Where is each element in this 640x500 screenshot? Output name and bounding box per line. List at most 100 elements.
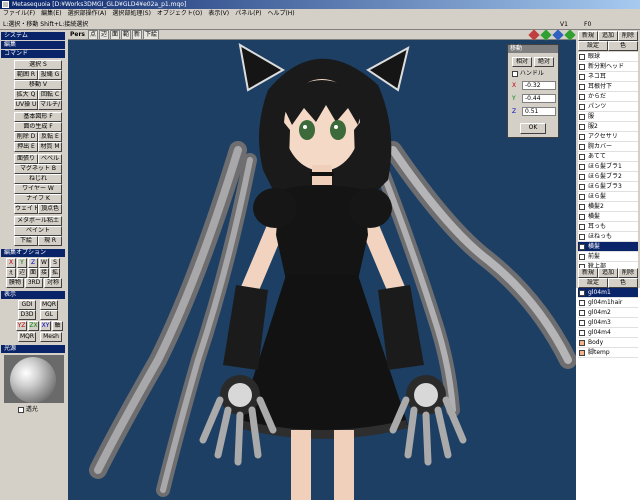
material-item[interactable]: からだ [578, 92, 638, 102]
cmd-uv[interactable]: UV操 U [14, 100, 38, 110]
view-zx[interactable]: ZX [28, 321, 39, 331]
light-header[interactable]: 光源 [1, 345, 65, 353]
view-mode-pers[interactable]: Pers [70, 30, 85, 40]
system-header[interactable]: システム [1, 32, 65, 40]
vt-face[interactable]: 面 [110, 30, 120, 40]
cmd-twist[interactable]: ねじれ [14, 174, 62, 184]
cmd-magnet[interactable]: マグネット B [14, 164, 62, 174]
dialog-title[interactable]: 移動 [508, 45, 558, 53]
object-settings-button[interactable]: 設定 [578, 278, 608, 288]
material-item[interactable]: ほねっも [578, 232, 638, 242]
material-item[interactable]: 腕カバー [578, 142, 638, 152]
3d-viewport[interactable] [68, 30, 576, 500]
vt-underlay[interactable]: 下絵 [143, 30, 159, 40]
material-item[interactable]: 耳っも [578, 222, 638, 232]
ok-button[interactable]: OK [520, 123, 546, 134]
edit-option-header[interactable]: 編集オプション [1, 249, 65, 257]
object-item-selected[interactable]: gl04m1 [578, 288, 638, 298]
object-item[interactable]: 脚temp [578, 348, 638, 358]
menu-panel[interactable]: パネル(P) [232, 9, 264, 19]
cmd-bevel[interactable]: ベベル [38, 154, 62, 164]
object-item[interactable]: Body [578, 338, 638, 348]
x-value-input[interactable]: -0.32 [522, 81, 556, 90]
view-xy[interactable]: XY [40, 321, 51, 331]
cmd-face-gen[interactable]: 面の生成 F [14, 122, 62, 132]
material-item[interactable]: 横髪2 [578, 202, 638, 212]
disp-mqr2[interactable]: MQR [18, 332, 36, 342]
tab-relative[interactable]: 相対 [512, 57, 532, 67]
cmd-underlay[interactable]: 下絵 [14, 236, 38, 246]
cmd-knife[interactable]: ナイフ K [14, 194, 62, 204]
opt-edge[interactable]: 辺 [17, 268, 27, 278]
cmd-select[interactable]: 選択 S [14, 60, 62, 70]
material-settings-button[interactable]: 設定 [578, 41, 608, 51]
cmd-paint[interactable]: ペイント [14, 226, 62, 236]
handle-option[interactable]: ハンドル [512, 70, 544, 78]
cmd-material[interactable]: 材質 M [38, 142, 62, 152]
material-item[interactable]: ほら髪ブラ1 [578, 162, 638, 172]
cmd-scale[interactable]: 拡大 Q [14, 90, 38, 100]
pan-icon[interactable] [552, 29, 564, 41]
vt-range[interactable]: 範 [121, 30, 131, 40]
material-item[interactable]: ほら髪ブラ3 [578, 182, 638, 192]
disp-mesh[interactable]: Mesh [40, 332, 62, 342]
material-item[interactable]: ネコ耳 [578, 72, 638, 82]
disp-gdi[interactable]: GDI [18, 300, 36, 310]
material-item[interactable]: 服 [578, 112, 638, 122]
object-delete-button[interactable]: 削除 [618, 268, 638, 278]
cmd-lasso[interactable]: 投縄 G [38, 70, 62, 80]
opt-symmetry[interactable]: 対称 [44, 278, 62, 288]
title-bar[interactable]: Metasequoia [D:¥Works3DMGI_GLD¥GLD4¥e02a… [0, 0, 640, 9]
rotate-view-icon[interactable] [540, 29, 552, 41]
cmd-move[interactable]: 移動 V [14, 80, 62, 90]
object-color-button[interactable]: 色 [608, 278, 638, 288]
material-item[interactable]: 新分割ヘッド [578, 62, 638, 72]
object-item[interactable]: gl04m3 [578, 318, 638, 328]
screen-toggle[interactable]: S [50, 258, 60, 268]
cmd-range[interactable]: 範囲 R [14, 70, 38, 80]
cmd-current[interactable]: 現 R [38, 236, 62, 246]
material-delete-button[interactable]: 削除 [618, 31, 638, 41]
cmd-multi[interactable]: マルチ/ [38, 100, 62, 110]
cmd-metaball[interactable]: メタボール粘土 [14, 216, 62, 226]
transparency-checkbox[interactable] [18, 406, 24, 413]
handle-checkbox[interactable] [512, 70, 518, 77]
material-item[interactable]: 眼球 [578, 52, 638, 62]
opt-point[interactable]: ぇ [6, 268, 16, 278]
tab-absolute[interactable]: 絶対 [534, 57, 554, 67]
material-item[interactable]: パンツ [578, 102, 638, 112]
disp-d3d[interactable]: D3D [18, 310, 36, 320]
menu-selection-proc[interactable]: 選択部処理(S) [109, 9, 154, 19]
opt-expand[interactable]: 拡 [50, 268, 60, 278]
cmd-fill-face[interactable]: 面張り [14, 154, 38, 164]
menu-selection-op[interactable]: 選択部操作(A) [65, 9, 110, 19]
view-axis[interactable]: 軸 [52, 321, 63, 331]
axis-z-toggle[interactable]: Z [28, 258, 38, 268]
disp-mqr[interactable]: MQR [40, 300, 58, 310]
nav-diamond-icons[interactable] [528, 29, 576, 41]
vt-edge[interactable]: 辺 [99, 30, 109, 40]
cmd-vertex-color[interactable]: 頂点色 [38, 204, 62, 214]
menu-help[interactable]: ヘルプ(H) [264, 9, 297, 19]
material-item[interactable]: 耳根付下 [578, 82, 638, 92]
world-toggle[interactable]: W [39, 258, 49, 268]
material-item[interactable]: ほら髪ブラ2 [578, 172, 638, 182]
object-item[interactable]: gl04m4 [578, 328, 638, 338]
material-item-selected[interactable]: 横髪 [578, 242, 638, 252]
cmd-primitive[interactable]: 基本図形 F [14, 112, 62, 122]
material-add-button[interactable]: 追加 [598, 31, 618, 41]
cmd-wire[interactable]: ワイヤー W [14, 184, 62, 194]
material-item[interactable]: アクセサリ [578, 132, 638, 142]
zoom-icon[interactable] [528, 29, 540, 41]
object-add-button[interactable]: 追加 [598, 268, 618, 278]
reset-view-icon[interactable] [564, 29, 576, 41]
object-item[interactable]: gl04m2 [578, 308, 638, 318]
cmd-rotate[interactable]: 回転 C [38, 90, 62, 100]
vt-point[interactable]: 点 [88, 30, 98, 40]
z-value-input[interactable]: 0.51 [522, 107, 556, 116]
y-value-input[interactable]: -0.44 [522, 94, 556, 103]
disp-gl[interactable]: GL [40, 310, 58, 320]
cmd-flip[interactable]: 反転 E [38, 132, 62, 142]
material-item[interactable]: あてて [578, 152, 638, 162]
command-header[interactable]: コマンド [1, 50, 65, 58]
